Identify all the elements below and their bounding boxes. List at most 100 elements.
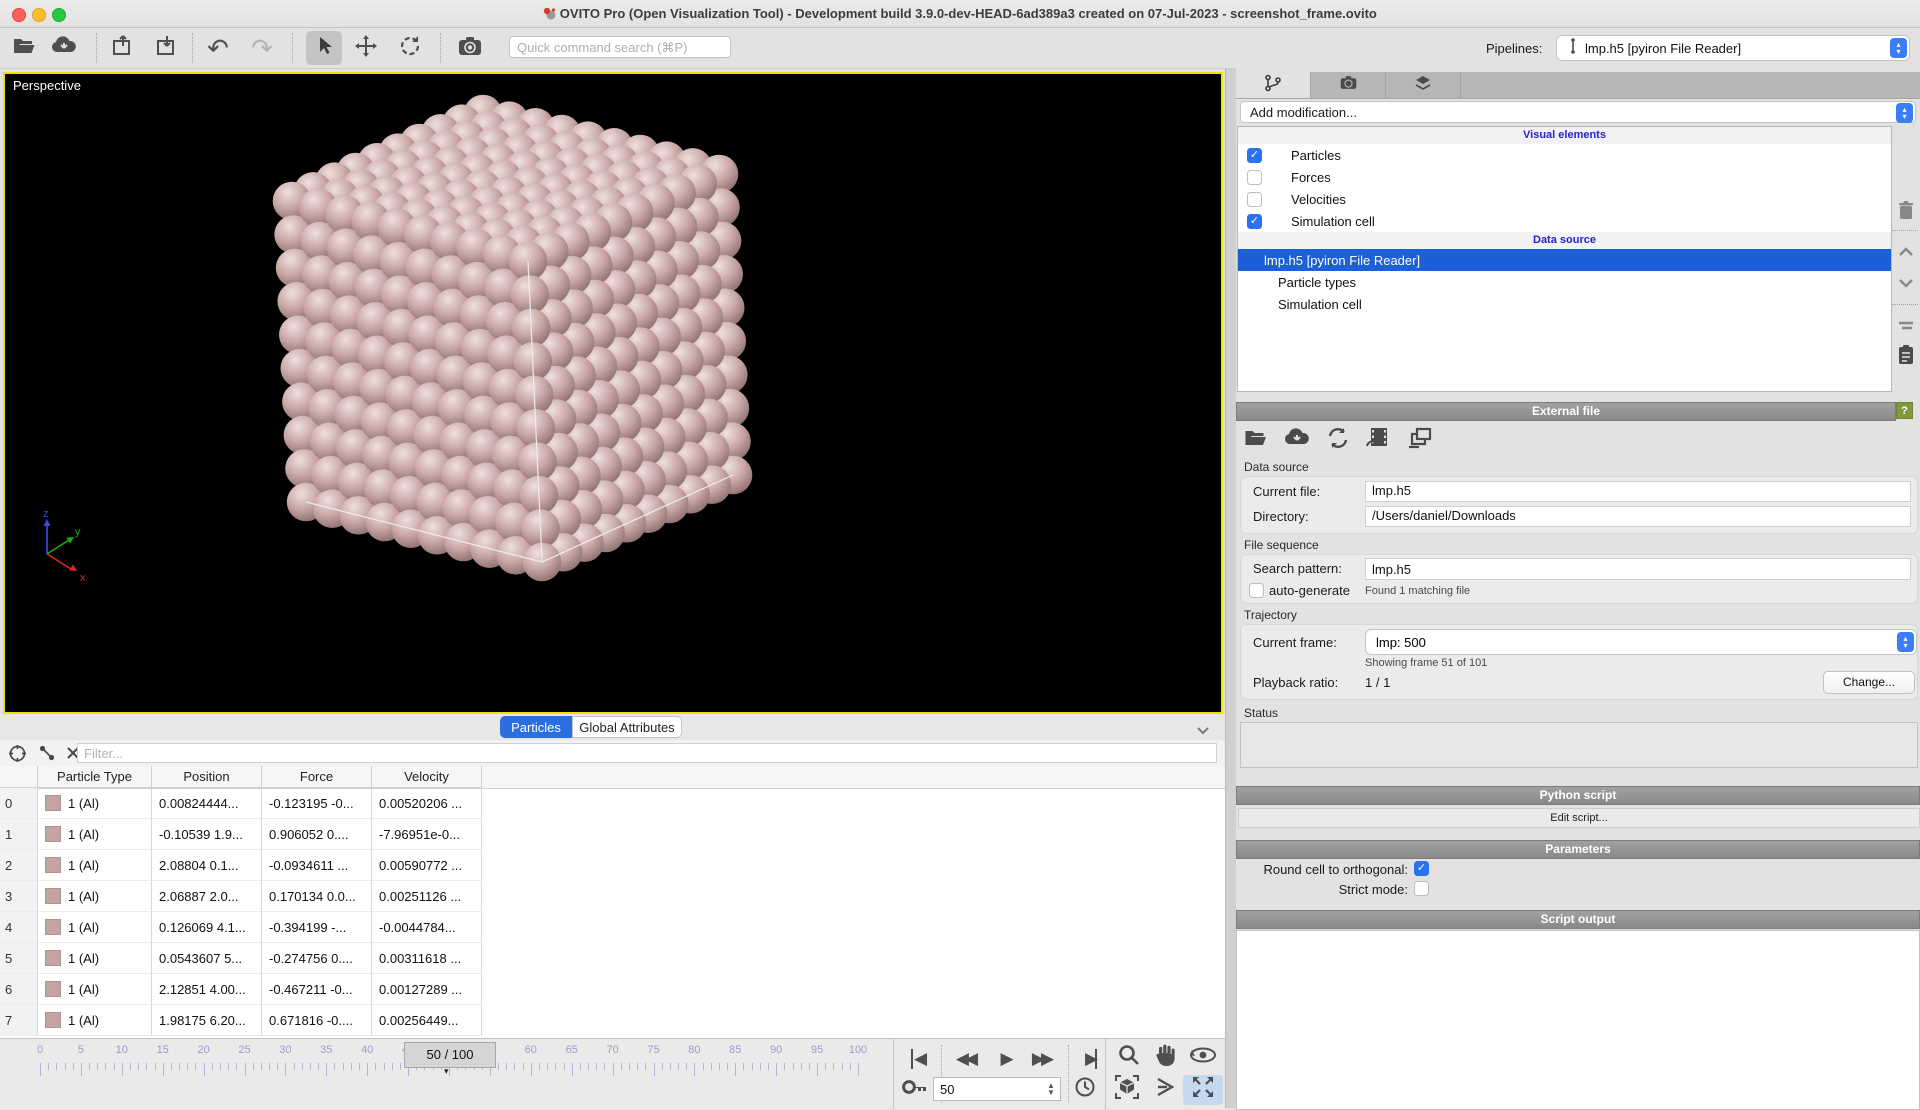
table-cell[interactable]: 1 xyxy=(0,819,38,850)
round-cell-checkbox[interactable]: ✓ xyxy=(1414,861,1429,876)
table-column-header[interactable]: Particle Type xyxy=(38,766,152,788)
data-source-item[interactable]: lmp.h5 [pyiron File Reader] xyxy=(1238,249,1891,271)
update-trajectory-icon[interactable] xyxy=(1365,426,1393,457)
table-cell[interactable]: -0.467211 -0... xyxy=(262,974,372,1005)
visual-element-checkbox[interactable] xyxy=(1247,192,1262,207)
pick-file-button[interactable] xyxy=(1242,426,1269,457)
table-cell[interactable]: 0.00311618 ... xyxy=(372,943,482,974)
bond-mode-icon[interactable] xyxy=(36,742,58,764)
filter-input[interactable] xyxy=(77,743,1217,763)
table-cell[interactable]: 1.98175 6.20... xyxy=(152,1005,262,1036)
table-cell[interactable]: 0.671816 -0.... xyxy=(262,1005,372,1036)
open-file-button[interactable] xyxy=(6,31,42,65)
table-cell[interactable]: -0.123195 -0... xyxy=(262,788,372,819)
table-cell[interactable]: 7 xyxy=(0,1005,38,1036)
visual-element-row[interactable]: Velocities xyxy=(1238,188,1891,210)
animation-time-button[interactable] xyxy=(1068,1075,1102,1103)
table-cell[interactable]: -0.10539 1.9... xyxy=(152,819,262,850)
tab-global-attributes[interactable]: Global Attributes xyxy=(572,716,682,738)
table-cell[interactable]: 1 (Al) xyxy=(38,912,152,943)
visual-element-checkbox[interactable] xyxy=(1247,170,1262,185)
export-file-button[interactable] xyxy=(104,31,140,65)
tab-overlays[interactable] xyxy=(1386,72,1461,98)
move-modifier-down-button[interactable] xyxy=(1894,271,1918,295)
table-cell[interactable]: 0.00590772 ... xyxy=(372,850,482,881)
table-cell[interactable]: 1 (Al) xyxy=(38,881,152,912)
auto-generate-checkbox[interactable] xyxy=(1249,583,1264,598)
pan-mode-button[interactable] xyxy=(1148,1043,1182,1071)
table-cell[interactable]: 2.08804 0.1... xyxy=(152,850,262,881)
table-cell[interactable]: 6 xyxy=(0,974,38,1005)
table-cell[interactable]: -0.0044784... xyxy=(372,912,482,943)
tab-rendering[interactable] xyxy=(1311,72,1386,98)
table-cell[interactable]: 3 xyxy=(0,881,38,912)
search-pattern-input[interactable] xyxy=(1365,558,1911,580)
table-cell[interactable]: 1 (Al) xyxy=(38,1005,152,1036)
table-cell[interactable]: 0.00256449... xyxy=(372,1005,482,1036)
edit-script-button[interactable]: Edit script... xyxy=(1238,808,1920,828)
table-cell[interactable]: 0.00127289 ... xyxy=(372,974,482,1005)
viewport-3d[interactable]: Perspective z y x xyxy=(3,72,1223,714)
quick-command-search-input[interactable] xyxy=(509,36,731,58)
step-back-button[interactable]: ◀◀ xyxy=(948,1045,982,1073)
table-cell[interactable]: 1 (Al) xyxy=(38,819,152,850)
table-cell[interactable]: 2 xyxy=(0,850,38,881)
select-particles-icon[interactable] xyxy=(6,742,28,764)
frame-spinbox[interactable]: 50 ▲▼ xyxy=(933,1077,1061,1101)
table-column-header[interactable]: Force xyxy=(262,766,372,788)
table-cell[interactable]: -0.274756 0.... xyxy=(262,943,372,974)
table-cell[interactable]: -7.96951e-0... xyxy=(372,819,482,850)
table-cell[interactable]: 0.170134 0.0... xyxy=(262,881,372,912)
current-frame-indicator[interactable]: 50 / 100 xyxy=(404,1042,496,1068)
skip-to-start-button[interactable]: ◀ xyxy=(900,1045,934,1073)
collapse-inspector-button[interactable] xyxy=(1196,722,1210,740)
table-cell[interactable]: 0.00251126 ... xyxy=(372,881,482,912)
import-remote-file-button[interactable] xyxy=(46,31,82,65)
table-cell[interactable]: -0.0934611 ... xyxy=(262,850,372,881)
render-active-viewport-button[interactable] xyxy=(1148,1075,1182,1103)
visual-element-row[interactable]: ✓Particles xyxy=(1238,144,1891,166)
maximize-viewport-button[interactable] xyxy=(1186,1075,1220,1103)
zoom-scene-extents-button[interactable] xyxy=(1110,1075,1144,1103)
current-frame-dropdown[interactable]: lmp: 500 ▴▾ xyxy=(1365,629,1917,655)
visual-element-row[interactable]: ✓Simulation cell xyxy=(1238,210,1891,232)
table-cell[interactable]: -0.394199 -... xyxy=(262,912,372,943)
table-cell[interactable]: 1 (Al) xyxy=(38,850,152,881)
data-source-item[interactable]: Particle types xyxy=(1238,271,1891,293)
table-cell[interactable]: 4 xyxy=(0,912,38,943)
data-source-item[interactable]: Simulation cell xyxy=(1238,293,1891,315)
add-modification-dropdown[interactable]: Add modification... ▴▾ xyxy=(1240,101,1916,123)
reload-file-icon[interactable] xyxy=(1325,426,1351,457)
table-cell[interactable]: 0.906052 0.... xyxy=(262,819,372,850)
table-cell[interactable]: 0.00824444... xyxy=(152,788,262,819)
table-cell[interactable]: 0.00520206 ... xyxy=(372,788,482,819)
visual-element-checkbox[interactable]: ✓ xyxy=(1247,148,1262,163)
table-cell[interactable]: 5 xyxy=(0,943,38,974)
pick-remote-file-button[interactable] xyxy=(1283,426,1311,457)
step-forward-button[interactable]: ▶▶ xyxy=(1024,1045,1058,1073)
strict-mode-checkbox[interactable] xyxy=(1414,881,1429,896)
move-modifier-up-button[interactable] xyxy=(1894,240,1918,264)
spinner-arrows-icon[interactable]: ▲▼ xyxy=(1044,1079,1058,1099)
table-column-header[interactable] xyxy=(0,766,38,788)
copy-pipeline-button[interactable] xyxy=(1894,342,1918,366)
table-cell[interactable]: 2.06887 2.0... xyxy=(152,881,262,912)
table-cell[interactable]: 2.12851 4.00... xyxy=(152,974,262,1005)
tab-pipelines[interactable] xyxy=(1236,72,1311,98)
import-file-button[interactable] xyxy=(148,31,184,65)
pipeline-selector[interactable]: lmp.h5 [pyiron File Reader] ▴▾ xyxy=(1556,35,1910,61)
duplicate-pipeline-icon[interactable] xyxy=(1407,426,1433,457)
tab-particles[interactable]: Particles xyxy=(500,716,572,738)
orbit-mode-button[interactable] xyxy=(1186,1043,1220,1071)
table-cell[interactable]: 1 (Al) xyxy=(38,788,152,819)
zoom-mode-button[interactable] xyxy=(1112,1043,1146,1071)
table-cell[interactable]: 0.0543607 5... xyxy=(152,943,262,974)
delete-modifier-button[interactable] xyxy=(1894,198,1918,222)
rotate-mode-button[interactable] xyxy=(392,31,428,65)
table-column-header[interactable]: Velocity xyxy=(372,766,482,788)
table-cell[interactable]: 0 xyxy=(0,788,38,819)
skip-to-end-button[interactable]: ▶ xyxy=(1074,1045,1108,1073)
redo-button[interactable]: ↷ xyxy=(244,31,280,65)
play-button[interactable]: ▶ xyxy=(988,1045,1022,1073)
table-cell[interactable]: 1 (Al) xyxy=(38,974,152,1005)
